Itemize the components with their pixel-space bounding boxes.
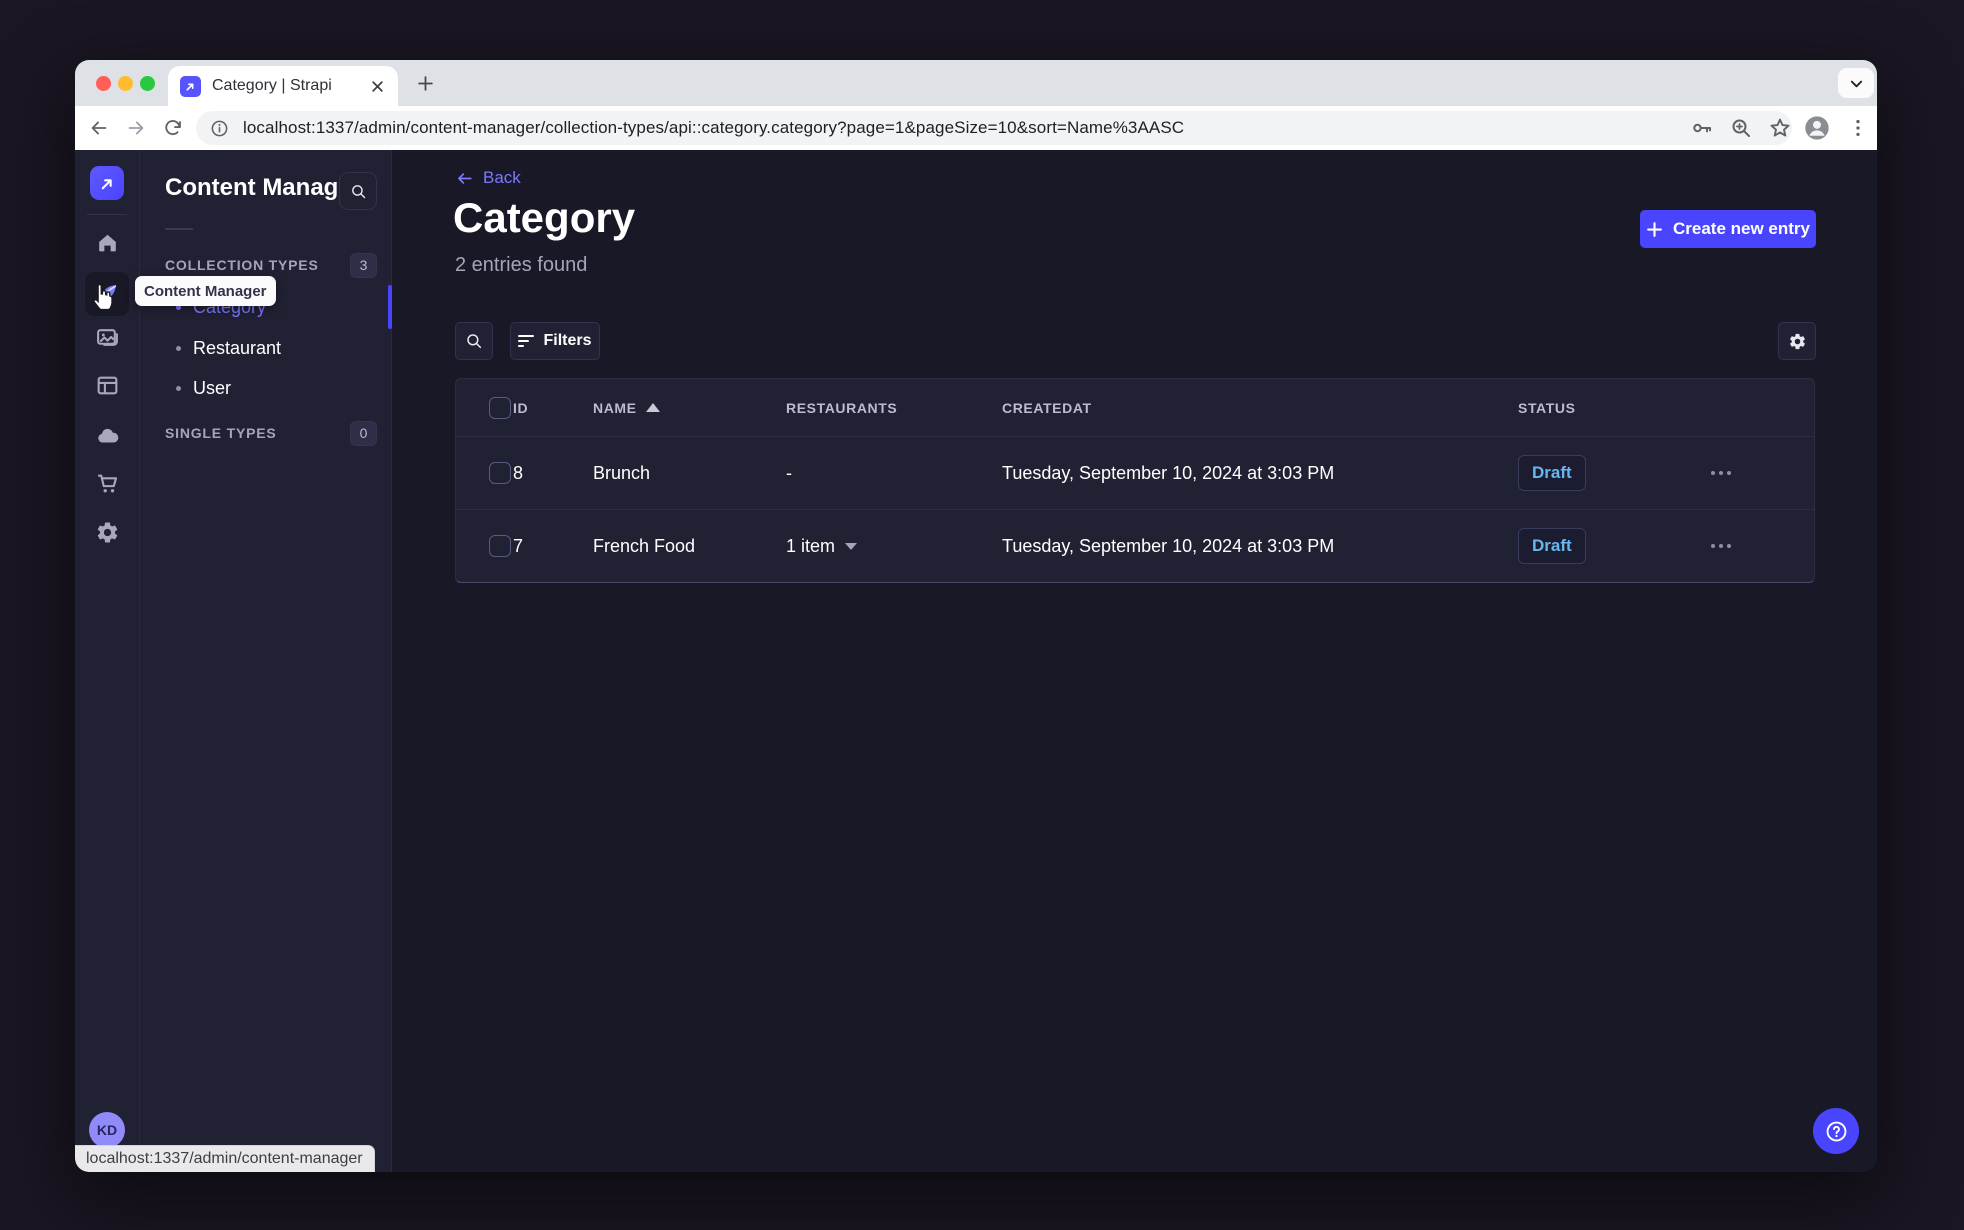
gear-icon xyxy=(1789,333,1805,349)
browser-forward-icon[interactable] xyxy=(125,117,147,139)
cell-createdat: Tuesday, September 10, 2024 at 3:03 PM xyxy=(1002,462,1335,483)
browser-tab[interactable]: Category | Strapi xyxy=(168,66,398,106)
row-checkbox[interactable] xyxy=(489,535,511,557)
filter-icon xyxy=(518,335,535,347)
address-bar[interactable]: localhost:1337/admin/content-manager/col… xyxy=(196,111,1792,145)
collection-types-section: COLLECTION TYPES 3 xyxy=(165,252,377,278)
single-types-count-badge: 0 xyxy=(350,420,377,446)
row-checkbox[interactable] xyxy=(489,462,511,484)
minimize-window-button[interactable] xyxy=(118,76,133,91)
media-library-icon[interactable] xyxy=(95,325,120,350)
row-actions-menu-icon[interactable] xyxy=(1711,544,1731,548)
column-header-id[interactable]: ID xyxy=(513,400,593,416)
sidebar-item-restaurant[interactable]: Restaurant xyxy=(176,335,281,361)
search-icon xyxy=(351,184,365,198)
zoom-page-icon[interactable] xyxy=(1729,116,1753,140)
fullscreen-window-button[interactable] xyxy=(140,76,155,91)
nav-tooltip: Content Manager xyxy=(135,276,276,306)
content-type-builder-icon[interactable] xyxy=(95,373,120,398)
help-icon xyxy=(1826,1121,1846,1141)
sidebar-item-user[interactable]: User xyxy=(176,375,231,401)
pointer-cursor xyxy=(93,283,113,311)
subnav-search-button[interactable] xyxy=(339,172,377,210)
site-info-icon[interactable] xyxy=(210,119,229,138)
subnav-title: Content Manager xyxy=(165,174,362,201)
bullet-icon xyxy=(176,385,181,391)
cell-restaurants-dropdown[interactable]: 1 item xyxy=(786,536,1002,557)
deploy-cloud-icon[interactable] xyxy=(95,423,120,448)
table-search-button[interactable] xyxy=(455,322,493,360)
bookmark-star-icon[interactable] xyxy=(1768,116,1792,140)
marketplace-cart-icon[interactable] xyxy=(95,471,120,496)
table-row[interactable]: 7 French Food 1 item Tuesday, September … xyxy=(456,509,1814,582)
cell-restaurants: - xyxy=(786,462,792,483)
bullet-icon xyxy=(176,345,181,351)
status-badge: Draft xyxy=(1518,528,1586,564)
browser-url-bar: localhost:1337/admin/content-manager/col… xyxy=(75,106,1877,150)
strapi-admin-app: KD Content Manager COLLECTION TYPES 3 Ca… xyxy=(75,150,1877,1172)
help-button[interactable] xyxy=(1813,1108,1859,1154)
back-link[interactable]: Back xyxy=(455,168,521,188)
search-icon xyxy=(467,334,482,349)
user-avatar[interactable]: KD xyxy=(89,1112,125,1148)
browser-profile-icon[interactable] xyxy=(1803,114,1831,142)
entries-table: ID NAME RESTAURANTS CREATEDAT STATUS 8 B… xyxy=(455,378,1815,583)
page-title: Category xyxy=(453,194,636,241)
cell-id: 7 xyxy=(513,535,524,556)
browser-back-icon[interactable] xyxy=(88,117,110,139)
cell-createdat: Tuesday, September 10, 2024 at 3:03 PM xyxy=(1002,535,1335,556)
single-types-section: SINGLE TYPES 0 xyxy=(165,420,377,446)
plus-icon xyxy=(1647,221,1662,237)
nav-divider xyxy=(87,214,127,215)
cell-id: 8 xyxy=(513,462,524,483)
chevron-down-icon xyxy=(845,542,858,550)
entries-count: 2 entries found xyxy=(455,254,588,276)
password-key-icon[interactable] xyxy=(1690,116,1714,140)
browser-menu-icon[interactable] xyxy=(1847,117,1869,139)
create-new-entry-button[interactable]: Create new entry xyxy=(1640,210,1816,248)
new-tab-button[interactable] xyxy=(413,71,438,96)
arrow-left-icon xyxy=(458,172,472,184)
tab-title: Category | Strapi xyxy=(212,77,332,94)
browser-status-bar: localhost:1337/admin/content-manager xyxy=(75,1145,375,1172)
browser-reload-icon[interactable] xyxy=(162,117,184,139)
cell-name: French Food xyxy=(593,535,696,556)
column-header-status[interactable]: STATUS xyxy=(1518,400,1683,416)
select-all-checkbox[interactable] xyxy=(489,396,511,419)
row-actions-menu-icon[interactable] xyxy=(1711,471,1731,475)
url-text: localhost:1337/admin/content-manager/col… xyxy=(243,118,1185,137)
status-badge: Draft xyxy=(1518,455,1586,491)
browser-tab-strip: Category | Strapi xyxy=(75,60,1877,106)
sort-ascending-icon xyxy=(645,403,660,412)
filters-button[interactable]: Filters xyxy=(510,322,600,360)
column-header-createdat[interactable]: CREATEDAT xyxy=(1002,400,1518,416)
section-label: SINGLE TYPES xyxy=(165,425,277,441)
settings-gear-icon[interactable] xyxy=(95,520,120,545)
tab-close-icon[interactable] xyxy=(368,77,386,95)
subnav-divider xyxy=(165,228,193,230)
section-label: COLLECTION TYPES xyxy=(165,257,319,273)
table-row[interactable]: 8 Brunch - Tuesday, September 10, 2024 a… xyxy=(456,436,1814,509)
collection-types-count-badge: 3 xyxy=(350,252,377,278)
browser-window: Category | Strapi localhost:1337/admin/c… xyxy=(75,60,1877,1172)
active-item-indicator xyxy=(388,285,392,329)
strapi-logo[interactable] xyxy=(90,166,124,200)
column-header-name[interactable]: NAME xyxy=(593,400,786,416)
table-header-row: ID NAME RESTAURANTS CREATEDAT STATUS xyxy=(456,379,1814,436)
view-settings-button[interactable] xyxy=(1778,322,1816,360)
avatar-initials: KD xyxy=(96,1122,118,1138)
strapi-favicon-icon xyxy=(180,75,201,97)
tab-search-chevron-icon[interactable] xyxy=(1838,68,1874,98)
cell-name: Brunch xyxy=(593,462,651,483)
column-header-restaurants[interactable]: RESTAURANTS xyxy=(786,400,1002,416)
close-window-button[interactable] xyxy=(96,76,111,91)
home-icon[interactable] xyxy=(95,230,120,255)
